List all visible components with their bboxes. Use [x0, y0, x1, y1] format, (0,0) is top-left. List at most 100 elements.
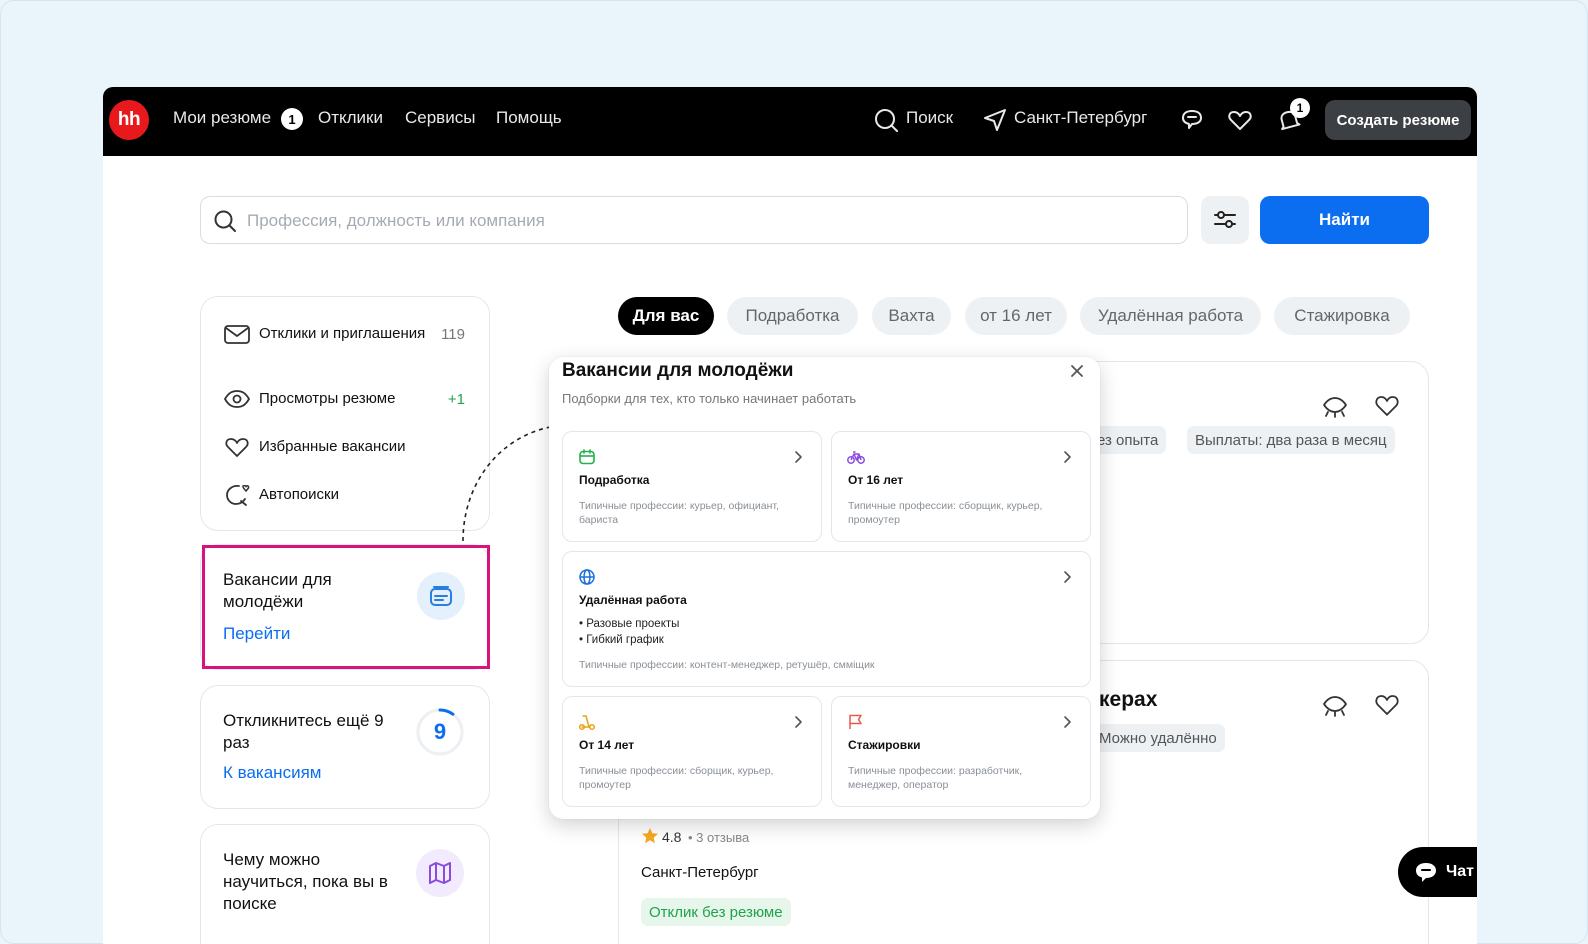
sidebar-item-label: Избранные вакансии	[259, 438, 406, 455]
respond-counter-ring: 9	[416, 708, 464, 756]
option-desc: Типичные профессии: сборщик, курьер, про…	[579, 765, 774, 791]
favorite-heart-icon[interactable]	[1373, 691, 1401, 719]
sliders-icon	[1214, 211, 1236, 228]
chat-label: Чат	[1446, 863, 1474, 880]
chat-icon[interactable]	[1179, 107, 1205, 133]
nav-services[interactable]: Сервисы	[405, 108, 475, 128]
sidebar-item-autosearch[interactable]: Автопоиски	[223, 483, 465, 507]
experience-chip: ез опыта	[1089, 426, 1167, 454]
nav-help[interactable]: Помощь	[496, 108, 562, 128]
option-title: Удалённая работа	[579, 593, 687, 607]
tab-part-time[interactable]: Подработка	[727, 297, 858, 335]
option-part-time[interactable]: Подработка Типичные профессии: курьер, о…	[562, 431, 822, 542]
sidebar-item-favorites[interactable]: Избранные вакансии	[223, 435, 465, 459]
option-desc: Типичные профессии: контент-менеджер, ре…	[579, 659, 875, 671]
top-nav: hh Мои резюме 1 Отклики Сервисы Помощь П…	[103, 87, 1477, 156]
tab-shift[interactable]: Вахта	[872, 297, 951, 335]
respond-counter: 9	[433, 719, 447, 744]
hide-eye-icon[interactable]	[1321, 392, 1349, 420]
chat-button[interactable]: Чат	[1398, 847, 1477, 897]
resume-count-badge: 1	[281, 108, 303, 130]
flag-icon	[849, 714, 862, 729]
browser-viewport: hh Мои резюме 1 Отклики Сервисы Помощь П…	[103, 87, 1477, 944]
remote-chip: Можно удалённо	[1091, 724, 1225, 752]
search-box	[200, 196, 1188, 244]
mail-icon	[224, 325, 250, 344]
tab-internship[interactable]: Стажировка	[1274, 297, 1410, 335]
filters-button[interactable]	[1201, 196, 1249, 244]
vacancy-city: Санкт-Петербург	[641, 864, 759, 881]
sidebar-item-responses[interactable]: Отклики и приглашения 119	[223, 322, 465, 346]
sidebar-item-label: Автопоиски	[259, 486, 339, 503]
option-bullet: • Гибкий график	[579, 634, 664, 646]
hide-eye-icon[interactable]	[1321, 691, 1349, 719]
option-desc: Типичные профессии: разработчик, менедже…	[848, 765, 1023, 791]
nav-search[interactable]: Поиск	[906, 108, 953, 128]
sidebar-menu-card: Отклики и приглашения 119 Просмотры резю…	[200, 296, 490, 531]
find-button[interactable]: Найти	[1260, 196, 1429, 244]
option-title: От 14 лет	[579, 738, 635, 752]
learn-card-title: Чему можно научиться, пока вы в поиске	[223, 850, 388, 913]
responses-count: 119	[441, 325, 465, 343]
nav-responses[interactable]: Отклики	[318, 108, 383, 128]
youth-vacancies-popup: Вакансии для молодёжи Подборки для тех, …	[549, 357, 1100, 819]
respond-card-title: Откликнитесь ещё 9 раз	[223, 711, 384, 752]
option-from-14[interactable]: От 14 лет Типичные профессии: сборщик, к…	[562, 696, 822, 807]
tab-from-16[interactable]: от 16 лет	[965, 297, 1067, 335]
respond-card-link[interactable]: К вакансиям	[223, 763, 321, 783]
location-arrow-icon[interactable]	[982, 107, 1008, 133]
scooter-icon	[578, 715, 596, 731]
sidebar-item-resume-views[interactable]: Просмотры резюме +1	[223, 387, 465, 411]
globe-icon	[579, 569, 595, 585]
popup-title: Вакансии для молодёжи	[562, 360, 794, 381]
star-icon	[642, 828, 658, 844]
option-bullet: • Разовые проекты	[579, 618, 680, 630]
map-icon	[429, 862, 451, 884]
chevron-right-icon	[1064, 451, 1071, 463]
option-desc: Типичные профессии: сборщик, курьер, про…	[848, 500, 1043, 526]
payment-chip: Выплаты: два раза в месяц	[1187, 426, 1395, 454]
chevron-right-icon	[1064, 571, 1071, 583]
option-title: От 16 лет	[848, 473, 904, 487]
no-resume-badge: Отклик без резюме	[641, 898, 791, 926]
youth-card-highlight	[202, 545, 490, 669]
search-input[interactable]	[247, 207, 1167, 235]
vacancy-title[interactable]: керах	[1099, 688, 1157, 712]
hh-logo[interactable]: hh	[109, 100, 149, 140]
respond-more-card[interactable]: Откликнитесь ещё 9 раз К вакансиям 9	[200, 685, 490, 809]
favorite-heart-icon[interactable]	[1373, 392, 1401, 420]
chevron-right-icon	[1064, 716, 1071, 728]
option-title: Стажировки	[848, 738, 921, 752]
option-from-16[interactable]: От 16 лет Типичные профессии: сборщик, к…	[831, 431, 1091, 542]
chevron-right-icon	[795, 716, 802, 728]
eye-icon	[223, 390, 251, 408]
option-title: Подработка	[579, 473, 650, 487]
nav-my-resumes[interactable]: Мои резюме	[173, 108, 271, 128]
search-icon[interactable]	[873, 107, 899, 133]
notifications-badge: 1	[1290, 98, 1310, 118]
tab-for-you[interactable]: Для вас	[618, 297, 714, 335]
sidebar-item-label: Отклики и приглашения	[259, 325, 426, 342]
employer-reviews[interactable]: • 3 отзыва	[688, 830, 749, 845]
autosearch-icon	[226, 484, 250, 506]
learn-card-icon-wrap	[416, 849, 464, 897]
sidebar-item-label: Просмотры резюме	[259, 390, 396, 407]
nav-city[interactable]: Санкт-Петербург	[1014, 108, 1147, 128]
learn-card[interactable]: Чему можно научиться, пока вы в поиске	[200, 824, 490, 944]
chat-bubble-icon	[1416, 863, 1436, 882]
close-icon[interactable]	[1068, 362, 1086, 380]
views-delta: +1	[447, 390, 465, 408]
calendar-icon	[579, 449, 595, 465]
popup-subtitle: Подборки для тех, кто только начинает ра…	[562, 391, 857, 406]
bicycle-icon	[847, 451, 865, 464]
heart-icon	[225, 438, 249, 457]
search-icon	[214, 210, 236, 232]
create-resume-button[interactable]: Создать резюме	[1325, 100, 1471, 140]
favorites-heart-icon[interactable]	[1227, 107, 1253, 133]
employer-rating: 4.8	[662, 829, 682, 845]
option-desc: Типичные профессии: курьер, официант, ба…	[579, 500, 779, 526]
option-internships[interactable]: Стажировки Типичные профессии: разработч…	[831, 696, 1091, 807]
chevron-right-icon	[795, 451, 802, 463]
option-remote[interactable]: Удалённая работа • Разовые проекты • Гиб…	[562, 551, 1091, 687]
tab-remote[interactable]: Удалённая работа	[1080, 297, 1261, 335]
